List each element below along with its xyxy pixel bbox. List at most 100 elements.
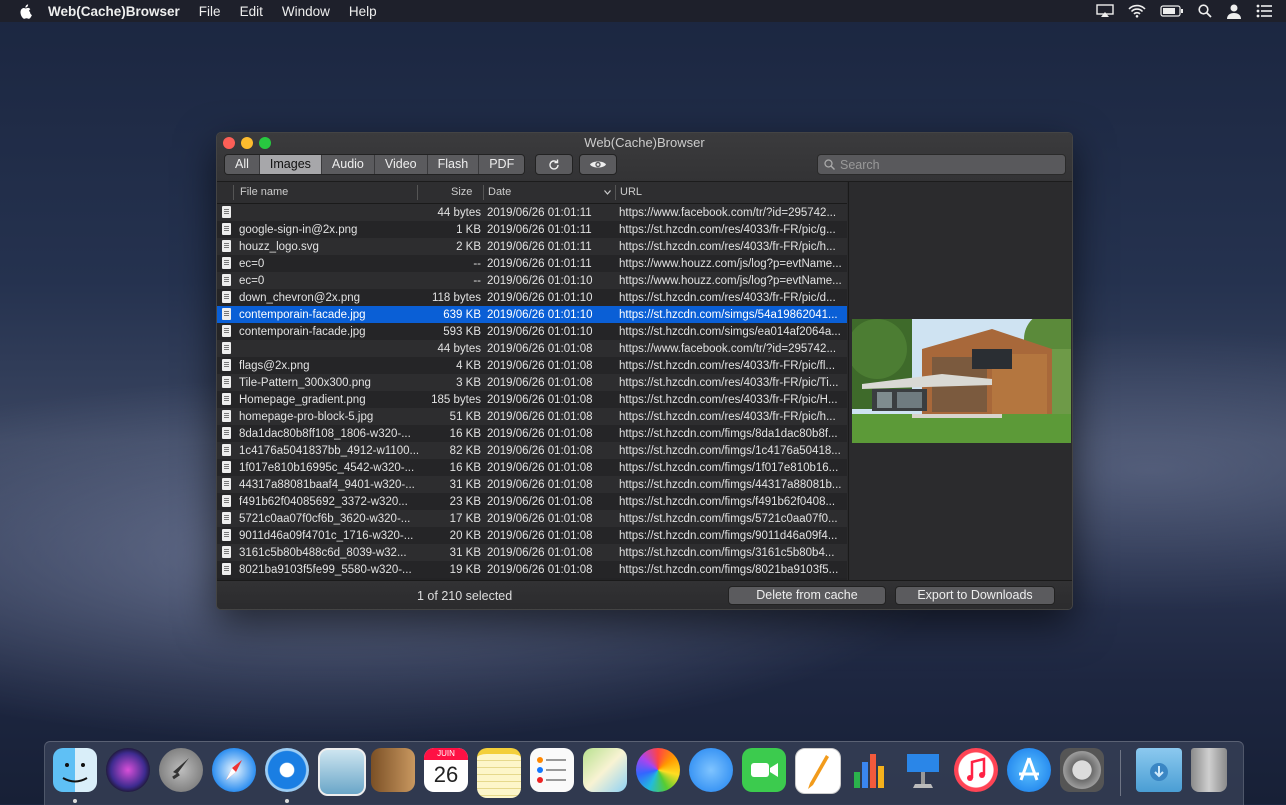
apple-menu-icon[interactable] [18,3,34,19]
table-row[interactable]: f491b62f04085692_3372-w320... 23 KB 2019/0… [217,493,847,510]
delete-from-cache-button[interactable]: Delete from cache [728,586,886,605]
filter-pdf[interactable]: PDF [479,155,525,174]
filter-images[interactable]: Images [259,155,322,174]
system-preferences-icon[interactable] [1060,748,1104,792]
column-separator [233,185,234,200]
battery-icon[interactable] [1160,5,1184,17]
table-row[interactable]: Tile-Pattern_300x300.png 3 KB 2019/06/26 0… [217,374,847,391]
webcachebrowser-icon[interactable] [265,748,309,792]
calendar-month: JUIN [424,748,468,760]
column-header-size[interactable]: Size [451,182,472,203]
column-header-file-name[interactable]: File name [240,182,288,203]
size-cell: 44 bytes [437,206,481,219]
date-cell: 2019/06/26 01:01:10 [487,291,593,304]
column-header-url[interactable]: URL [620,182,642,203]
table-row[interactable]: homepage-pro-block-5.jpg 51 KB 2019/06/26 … [217,408,847,425]
table-row[interactable]: flags@2x.png 4 KB 2019/06/26 01:01:08 https… [217,357,847,374]
menu-help[interactable]: Help [349,4,377,19]
table-row[interactable]: Homepage_gradient.png 185 bytes 2019/06/26… [217,391,847,408]
search-input[interactable] [840,157,1050,172]
table-row[interactable]: 44 bytes 2019/06/26 01:01:08 https://www.f… [217,340,847,357]
messages-icon[interactable] [689,748,733,792]
contacts-icon[interactable] [371,748,415,792]
reminders-icon[interactable] [530,748,574,792]
size-cell: -- [473,274,481,287]
table-row[interactable]: contemporain-facade.jpg 593 KB 2019/06/26 … [217,323,847,340]
filter-audio[interactable]: Audio [321,155,375,174]
app-store-icon[interactable] [1007,748,1051,792]
safari-icon[interactable] [212,748,256,792]
calendar-icon[interactable]: JUIN 26 [424,748,468,792]
pages-icon[interactable] [795,748,841,794]
file-icon [222,376,231,388]
table-row[interactable]: down_chevron@2x.png 118 bytes 2019/06/26 0… [217,289,847,306]
file-name-cell: google-sign-in@2x.png [239,223,358,236]
table-row[interactable]: 5721c0aa07f0cf6b_3620-w320-... 17 KB 2019/… [217,510,847,527]
file-name-cell: contemporain-facade.jpg [239,325,366,338]
refresh-button[interactable] [535,154,573,175]
preview-pane [848,182,1072,580]
table-row[interactable]: ec=0 -- 2019/06/26 01:01:10 https://www.hou… [217,272,847,289]
file-name-cell: 9011d46a09f4701c_1716-w320-... [239,529,414,542]
downloads-folder-icon[interactable] [1136,748,1182,792]
spotlight-search-icon[interactable] [1198,4,1212,18]
table-body: 44 bytes 2019/06/26 01:01:11 https://www.f… [217,204,847,578]
trash-icon[interactable] [1191,748,1227,792]
table-row[interactable]: 44 bytes 2019/06/26 01:01:11 https://www.f… [217,204,847,221]
notes-icon[interactable] [477,748,521,798]
date-cell: 2019/06/26 01:01:08 [487,427,593,440]
date-cell: 2019/06/26 01:01:08 [487,461,593,474]
url-cell: https://st.hzcdn.com/fimgs/1f017e810b16.… [619,461,839,474]
file-icon [222,512,231,524]
table-row[interactable]: contemporain-facade.jpg 639 KB 2019/06/26 … [217,306,847,323]
preview-toggle-button[interactable] [579,154,617,175]
siri-icon[interactable] [106,748,150,792]
wifi-icon[interactable] [1128,4,1146,18]
itunes-icon[interactable] [954,748,998,792]
numbers-icon[interactable] [848,748,892,792]
url-cell: https://st.hzcdn.com/fimgs/f491b62f0408.… [619,495,836,508]
photos-icon[interactable] [636,748,680,792]
table-row[interactable]: google-sign-in@2x.png 1 KB 2019/06/26 01:0… [217,221,847,238]
column-separator [483,185,484,200]
keynote-icon[interactable] [901,748,945,792]
table-row[interactable]: 8021ba9103f5fe99_5580-w320-... 19 KB 2019/… [217,561,847,578]
export-to-downloads-button[interactable]: Export to Downloads [895,586,1055,605]
table-row[interactable]: 44317a88081baaf4_9401-w320-... 31 KB 2019/… [217,476,847,493]
file-name-cell: homepage-pro-block-5.jpg [239,410,374,423]
mail-icon[interactable] [318,748,366,796]
date-cell: 2019/06/26 01:01:11 [487,240,592,253]
table-row[interactable]: 1c4176a5041837bb_4912-w1100... 82 KB 2019/… [217,442,847,459]
file-icon [222,529,231,541]
table-row[interactable]: houzz_logo.svg 2 KB 2019/06/26 01:01:11 htt… [217,238,847,255]
file-icon [222,240,231,252]
menu-file[interactable]: File [199,4,221,19]
table-row[interactable]: 8da1dac80b8ff108_1806-w320-... 16 KB 2019/… [217,425,847,442]
file-icon [222,478,231,490]
menu-window[interactable]: Window [282,4,330,19]
date-cell: 2019/06/26 01:01:08 [487,529,593,542]
launchpad-icon[interactable] [159,748,203,792]
menu-edit[interactable]: Edit [240,4,263,19]
table-row[interactable]: 9011d46a09f4701c_1716-w320-... 20 KB 2019/… [217,527,847,544]
table-row[interactable]: ec=0 -- 2019/06/26 01:01:11 https://www.hou… [217,255,847,272]
date-cell: 2019/06/26 01:01:11 [487,257,592,270]
date-cell: 2019/06/26 01:01:10 [487,308,593,321]
notification-center-icon[interactable] [1256,4,1272,18]
facetime-icon[interactable] [742,748,786,792]
user-icon[interactable] [1226,3,1242,19]
app-menu[interactable]: Web(Cache)Browser [48,4,180,19]
finder-icon[interactable] [53,748,97,792]
column-header-date[interactable]: Date [488,182,511,203]
table-row[interactable]: 1f017e810b16995c_4542-w320-... 16 KB 2019/… [217,459,847,476]
filter-flash[interactable]: Flash [427,155,480,174]
file-icon [222,291,231,303]
maps-icon[interactable] [583,748,627,792]
filter-video[interactable]: Video [374,155,428,174]
url-cell: https://st.hzcdn.com/res/4033/fr-FR/pic/… [619,410,836,423]
filter-all[interactable]: All [225,155,260,174]
search-field[interactable] [817,154,1066,175]
table-row[interactable]: 3161c5b80b488c6d_8039-w32... 31 KB 2019/06… [217,544,847,561]
airplay-icon[interactable] [1096,4,1114,18]
selection-count: 1 of 210 selected [417,589,513,603]
